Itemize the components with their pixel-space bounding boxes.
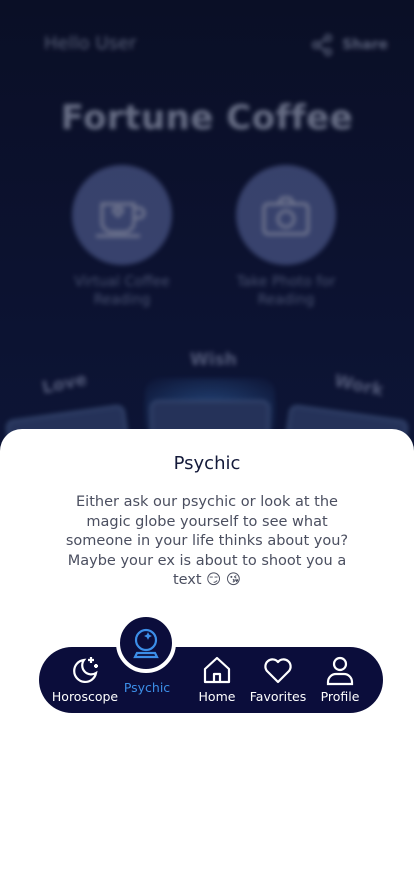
- nav-label-profile: Profile: [320, 689, 360, 704]
- nav-item-horoscope[interactable]: Horoscope: [51, 647, 119, 713]
- work-label: Work: [332, 371, 386, 401]
- nav-label-horoscope: Horoscope: [51, 689, 119, 704]
- greeting-text: Hello User: [44, 33, 137, 54]
- wish-label: Wish: [190, 350, 237, 370]
- heart-icon: [264, 658, 292, 684]
- nav-item-home[interactable]: Home: [194, 647, 240, 713]
- user-icon: [326, 656, 354, 686]
- nav-label-home: Home: [198, 689, 236, 704]
- share-icon: [312, 34, 333, 56]
- app-title: Fortune Coffee: [60, 98, 354, 138]
- virtual-coffee-reading-button: Virtual Coffee Reading: [57, 165, 187, 309]
- coffee-cup-icon: [96, 202, 146, 238]
- nav-label-psychic: Psychic: [123, 680, 171, 695]
- background-content: Hello User Share Fortune Coffee Virtual …: [0, 0, 414, 460]
- moon-stars-icon: [73, 657, 98, 683]
- bottom-nav: Horoscope Psychic Home Favorites Profile: [39, 613, 383, 713]
- psychic-bottom-sheet: Psychic Either ask our psychic or look a…: [0, 429, 414, 896]
- sheet-title: Psychic: [173, 453, 241, 474]
- nav-item-favorites[interactable]: Favorites: [249, 647, 307, 713]
- nav-item-profile[interactable]: Profile: [319, 647, 361, 713]
- take-photo-label: Take Photo for Reading: [236, 274, 336, 308]
- background-screen: Hello User Share Fortune Coffee Virtual …: [0, 0, 414, 460]
- camera-icon: [262, 196, 310, 236]
- love-label: Love: [40, 369, 89, 399]
- share-label: Share: [342, 37, 388, 53]
- take-photo-button: Take Photo for Reading: [221, 165, 351, 309]
- sheet-description: Either ask our psychic or look at the ma…: [65, 494, 349, 588]
- nav-item-psychic[interactable]: Psychic: [122, 647, 172, 713]
- nav-label-favorites: Favorites: [249, 689, 307, 704]
- home-icon: [203, 656, 231, 684]
- virtual-coffee-reading-label: Virtual Coffee Reading: [74, 274, 170, 308]
- share-button: Share: [310, 33, 388, 57]
